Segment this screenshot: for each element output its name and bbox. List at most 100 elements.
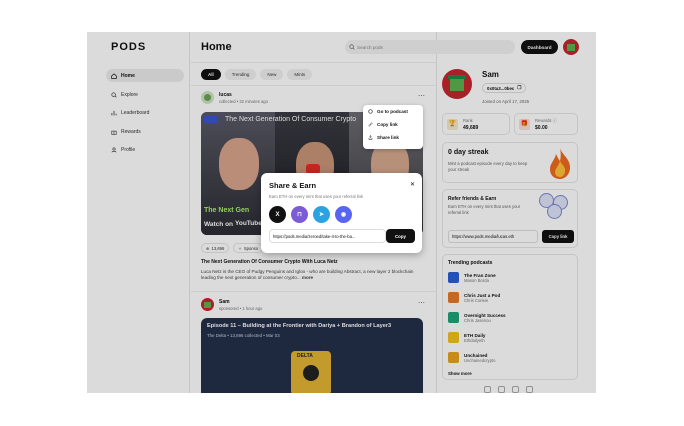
discord-share-icon[interactable]: ◉ — [335, 206, 352, 223]
more-options-icon[interactable]: ⋯ — [418, 92, 425, 100]
trending-item[interactable]: The Fran Zone Mason Borda — [448, 272, 496, 283]
trending-title: Trending podcasts — [448, 260, 493, 266]
right-panel: Sam 0x0ta3...0bec ❐ Joined on April 17, 2… — [438, 32, 596, 393]
podcast-cover: DELTA — [291, 351, 331, 393]
episode-thumbnail[interactable]: Episode 11 – Building at the Frontier wi… — [201, 318, 423, 393]
sponsor-button[interactable]: ✧ Sponso — [233, 243, 264, 253]
post-author[interactable]: lucas — [219, 92, 268, 98]
filter-trending[interactable]: Trending — [224, 69, 257, 80]
filter-tabs: All Trending New Mints — [201, 69, 313, 80]
trending-item[interactable]: ETH Daily Ethdailyeth — [448, 332, 485, 343]
sidebar-item-label: Rewards — [121, 128, 141, 135]
user-icon — [111, 146, 117, 152]
farcaster-icon[interactable] — [498, 386, 505, 393]
fire-icon — [550, 148, 571, 179]
thumb-overlay: The Next Gen — [204, 207, 250, 214]
watch-on-label: Watch on — [204, 221, 234, 228]
episode-meta: The Delta • 13,696 collected • Mar 03 — [207, 333, 280, 338]
social-links — [484, 386, 533, 393]
wallet-address[interactable]: 0x0ta3...0bec ❐ — [482, 83, 527, 93]
share-link-field[interactable]: https://pods.media/zeroed/take-it-to-the… — [269, 229, 386, 243]
post-header: lucas collected • 32 minutes ago — [201, 91, 268, 104]
rank-card: 🏆 Rank 49,689 — [442, 113, 510, 135]
instagram-icon[interactable] — [512, 386, 519, 393]
copy-link-button[interactable]: Copy link — [542, 230, 574, 243]
sidebar-item-label: Home — [121, 72, 135, 79]
farcaster-share-icon[interactable]: ⊓ — [291, 206, 308, 223]
streak-card: 0 day streak Mint a podcast episode ever… — [442, 142, 578, 183]
show-more-link[interactable]: Show more — [448, 371, 472, 376]
page-title: Home — [201, 41, 232, 53]
avatar[interactable] — [201, 298, 214, 311]
gift-icon — [111, 130, 117, 135]
copy-button[interactable]: Copy — [386, 229, 415, 243]
link-icon — [368, 122, 373, 127]
refer-title: Refer friends & Earn — [448, 196, 497, 202]
share-buttons: X ⊓ ➤ ◉ — [269, 206, 352, 223]
gift-icon: 🎁 — [519, 119, 530, 130]
sidebar-item-leaderboard[interactable]: Leaderboard — [106, 106, 184, 119]
podcast-cover — [448, 292, 459, 303]
sidebar-item-label: Leaderboard — [121, 109, 150, 116]
podcast-cover — [448, 352, 459, 363]
filter-new[interactable]: New — [260, 69, 284, 80]
streak-title: 0 day streak — [448, 149, 489, 156]
episode-title: Episode 11 – Building at the Frontier wi… — [207, 323, 392, 329]
avatar[interactable] — [201, 91, 214, 104]
post-title[interactable]: The Next Generation Of Consumer Crypto W… — [201, 259, 338, 265]
referral-link-field[interactable]: https://www.pods.media/lucas.eth — [448, 230, 538, 243]
cover-label: DELTA — [297, 353, 313, 359]
divider — [191, 85, 437, 86]
info-icon[interactable]: ⓘ — [553, 118, 557, 123]
post-meta: collected • 32 minutes ago — [219, 98, 268, 104]
more-link[interactable]: more — [302, 275, 313, 280]
app-window: PODS Home Explore Leaderboard Rewards Pr… — [87, 32, 596, 393]
modal-subtitle: Earn ETH on every mint that uses your re… — [269, 194, 364, 199]
rewards-card: 🎁 Rewards ⓘ $0.00 — [514, 113, 578, 135]
copy-icon[interactable]: ❐ — [517, 85, 521, 91]
menu-share-link[interactable]: Share link — [363, 131, 423, 144]
sidebar-item-profile[interactable]: Profile — [106, 143, 184, 156]
share-modal: Share & Earn ✕ Earn ETH on every mint th… — [261, 173, 422, 253]
discord-icon[interactable] — [526, 386, 533, 393]
post-author[interactable]: Sam — [219, 299, 262, 305]
rank-label: Rank — [463, 118, 473, 123]
sidebar-item-home[interactable]: Home — [106, 69, 184, 82]
post-context-menu: Go to podcast Copy link Share link — [363, 105, 423, 149]
sidebar-item-rewards[interactable]: Rewards — [106, 125, 184, 138]
trending-item[interactable]: Unchained Unchainedcrypto — [448, 352, 495, 363]
sidebar: PODS Home Explore Leaderboard Rewards Pr… — [87, 32, 190, 393]
podcast-cover — [448, 312, 459, 323]
collected-count[interactable]: ⊕ 13,696 — [201, 243, 230, 253]
x-icon[interactable] — [484, 386, 491, 393]
youtube-logo: YouTube — [235, 220, 262, 227]
more-options-icon[interactable]: ⋯ — [418, 299, 425, 307]
rewards-label: Rewards ⓘ — [535, 118, 557, 123]
divider — [191, 62, 437, 63]
trending-item[interactable]: Chris Just a Pod Chris Corleie — [448, 292, 500, 303]
sidebar-item-label: Explore — [121, 91, 138, 98]
eth-coins-icon — [539, 193, 579, 221]
play-icon[interactable] — [303, 365, 319, 381]
refer-card: Refer friends & Earn Earn ETH on every m… — [442, 189, 578, 248]
x-share-icon[interactable]: X — [269, 206, 286, 223]
close-icon[interactable]: ✕ — [410, 181, 415, 188]
streak-desc: Mint a podcast episode every day to keep… — [448, 161, 528, 172]
profile-avatar[interactable] — [442, 69, 472, 99]
post-header: Sam sponsored • 1 hour ago — [201, 298, 262, 311]
filter-all[interactable]: All — [201, 69, 221, 80]
home-icon — [111, 72, 117, 79]
filter-mints[interactable]: Mints — [287, 69, 313, 80]
sidebar-item-explore[interactable]: Explore — [106, 88, 184, 101]
podcast-cover — [448, 272, 459, 283]
profile-name: Sam — [482, 70, 499, 79]
trending-item[interactable]: Overnight Success Chris Jasenou — [448, 312, 506, 323]
menu-go-to-podcast[interactable]: Go to podcast — [363, 105, 423, 118]
channel-logo — [204, 116, 217, 123]
post-stats: ⊕ 13,696 ✧ Sponso — [201, 243, 264, 253]
logo: PODS — [111, 41, 147, 53]
sidebar-item-label: Profile — [121, 146, 136, 153]
search-icon — [111, 91, 117, 98]
menu-copy-link[interactable]: Copy link — [363, 118, 423, 131]
telegram-share-icon[interactable]: ➤ — [313, 206, 330, 223]
